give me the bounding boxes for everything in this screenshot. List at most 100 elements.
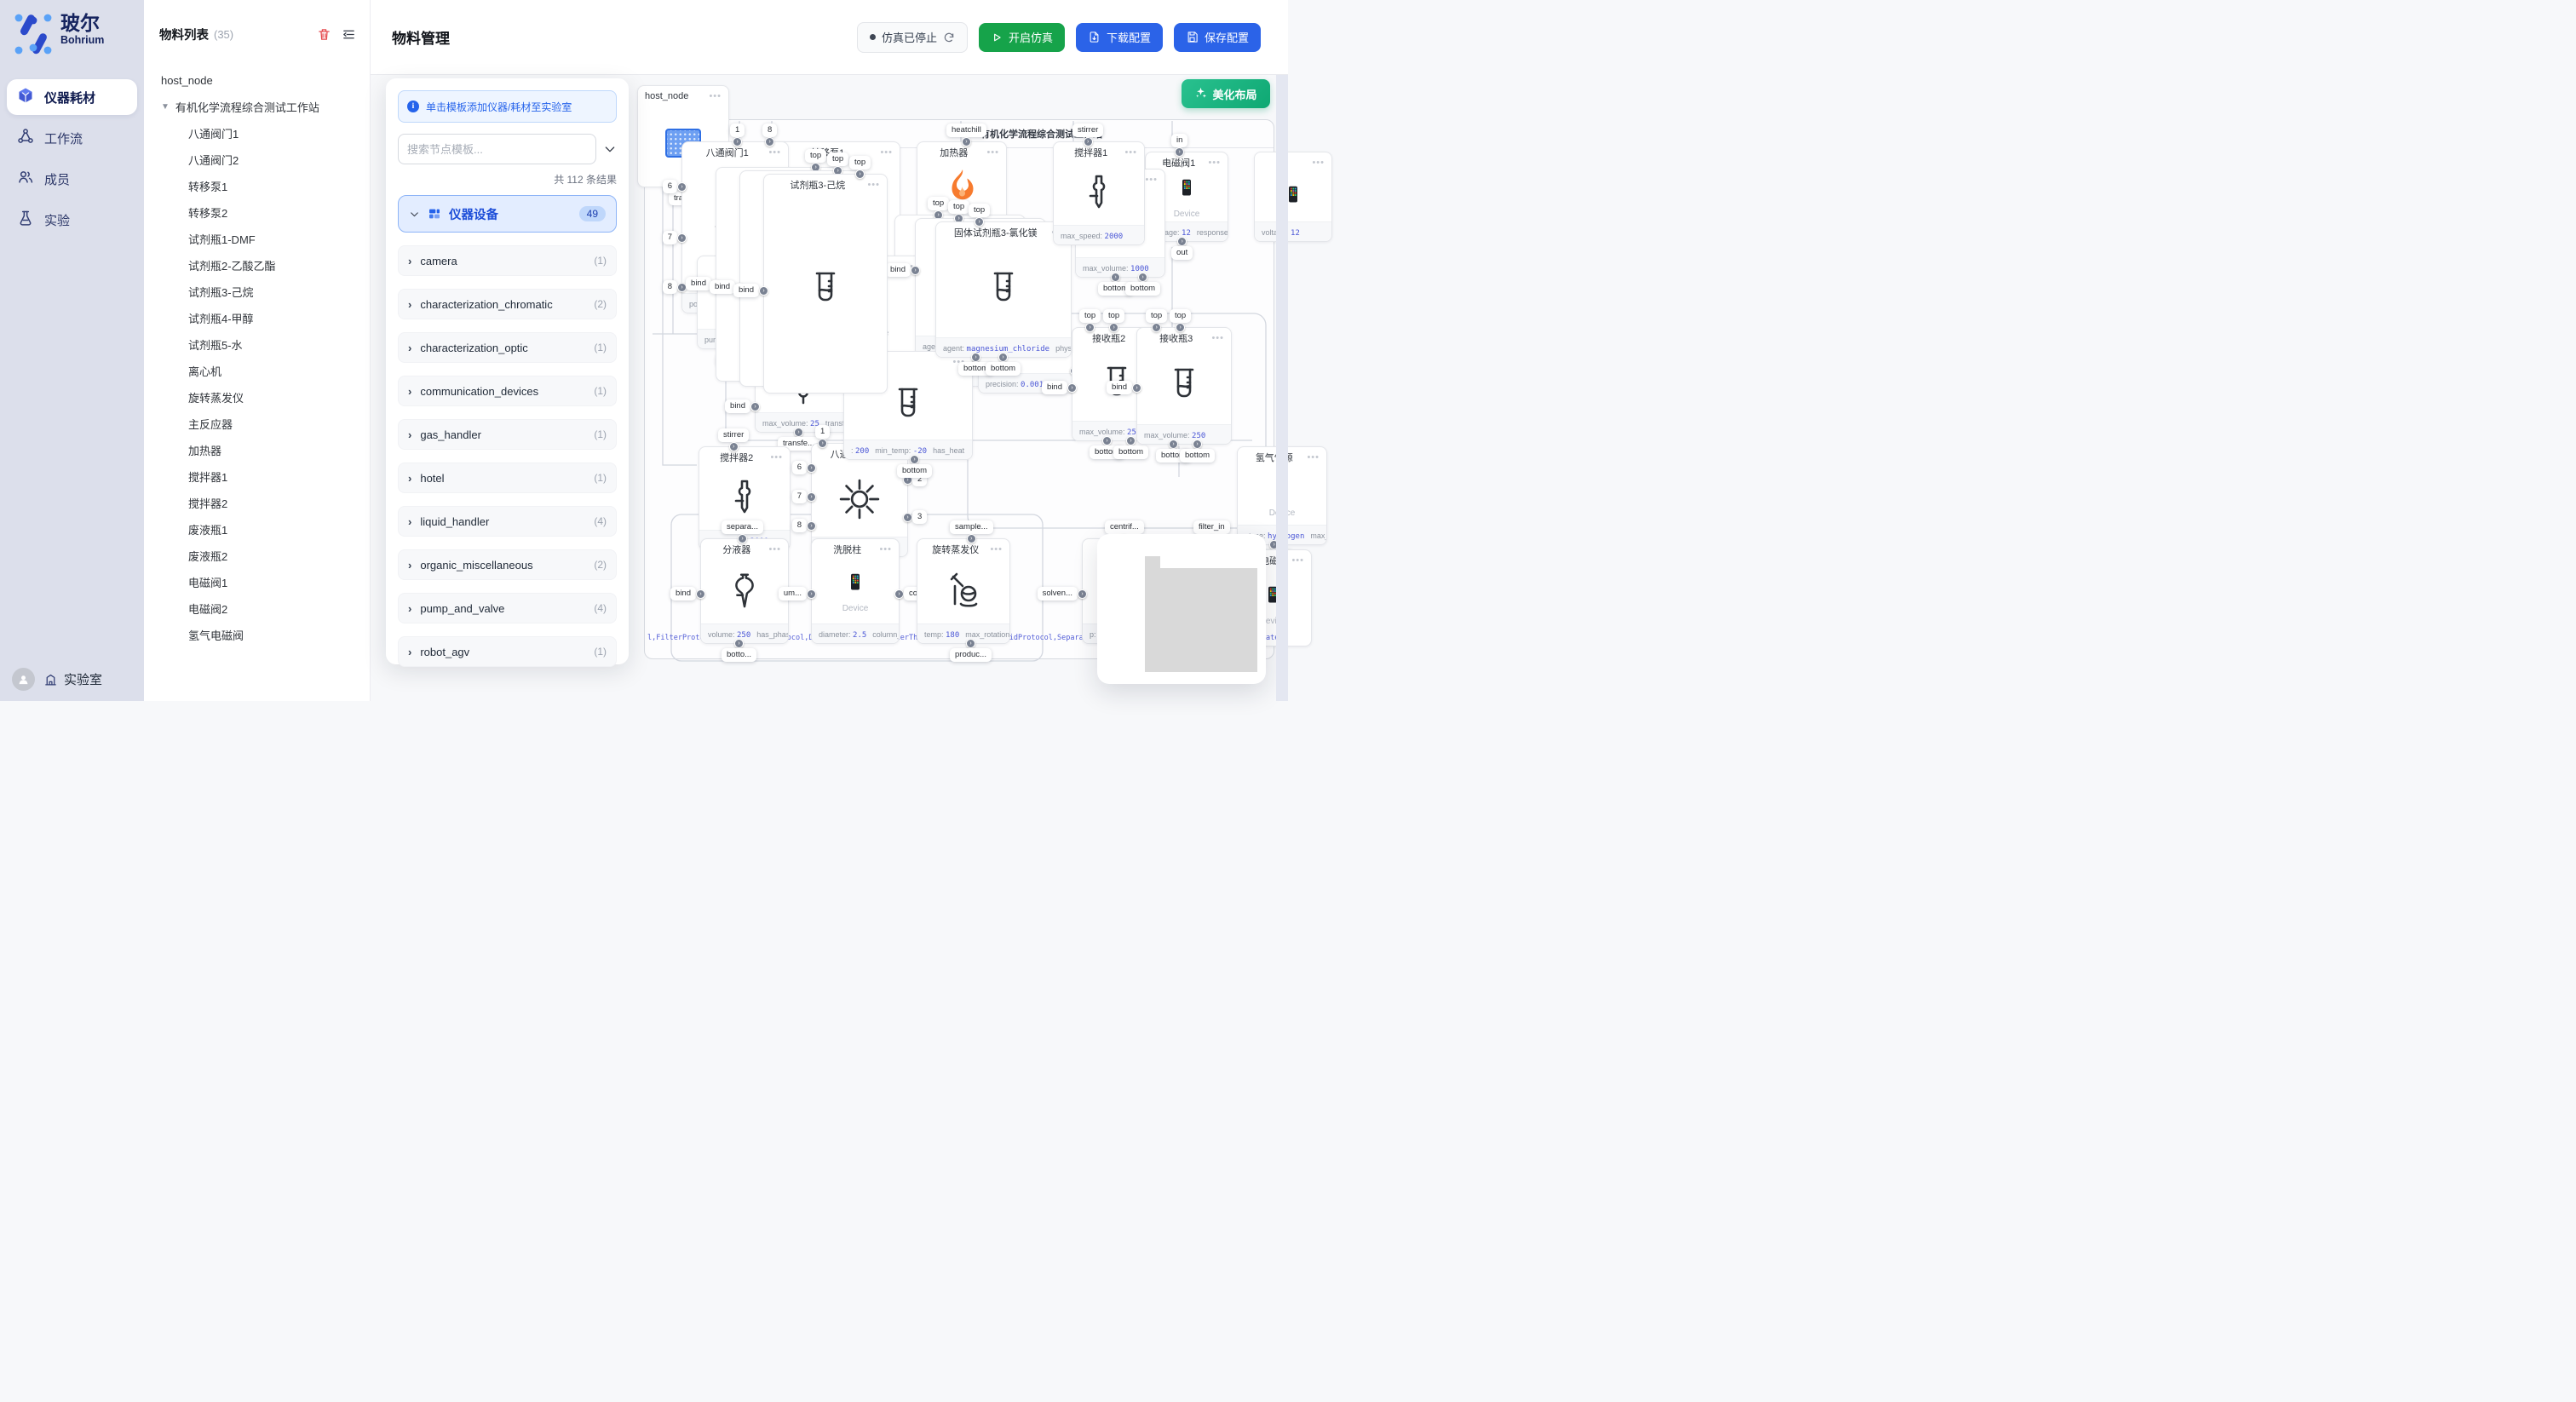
node-port-bind[interactable]: bind› [733, 284, 768, 297]
canvas-node-solid-bottle-3[interactable]: 固体试剂瓶3-氯化镁•••agent: magnesium_chlorideph… [935, 221, 1072, 358]
node-port-top[interactable]: top› [969, 204, 990, 227]
canvas-vertical-scrollbar[interactable] [1276, 74, 1288, 701]
tree-item[interactable]: 试剂瓶5-水 [144, 331, 370, 358]
tree-item[interactable]: 主反应器 [144, 411, 370, 437]
node-menu-icon[interactable]: ••• [1211, 333, 1224, 343]
palette-category-organic_miscellaneous[interactable]: ›organic_miscellaneous(2) [398, 549, 617, 580]
node-menu-icon[interactable]: ••• [1145, 175, 1158, 185]
tree-item[interactable]: 试剂瓶2-乙酸乙酯 [144, 252, 370, 279]
collapse-panel-icon[interactable] [342, 27, 356, 42]
tree-item[interactable]: 电磁阀2 [144, 595, 370, 622]
palette-category-robot_agv[interactable]: ›robot_agv(1) [398, 636, 617, 667]
node-port-6[interactable]: 6› [792, 461, 816, 474]
node-port-produc[interactable]: ›produc... [950, 639, 992, 662]
tree-item[interactable]: 八通阀门2 [144, 147, 370, 173]
node-port-bind[interactable]: bind› [725, 399, 760, 413]
node-port-bottom[interactable]: ›bottom [986, 353, 1021, 376]
node-port-top[interactable]: top› [805, 149, 826, 172]
tree-item[interactable]: 转移泵1 [144, 173, 370, 199]
node-port-separa[interactable]: separa...› [722, 520, 763, 543]
tree-item[interactable]: 真空泵 [144, 648, 370, 655]
node-port-stirrer[interactable]: stirrer› [718, 428, 749, 451]
node-port-sample[interactable]: sample...› [950, 520, 993, 543]
node-menu-icon[interactable]: ••• [880, 147, 893, 158]
node-port-7[interactable]: 7› [792, 490, 816, 503]
node-port-bottom[interactable]: ›bottom [897, 455, 932, 478]
node-menu-icon[interactable]: ••• [709, 91, 722, 101]
node-port-top[interactable]: top› [948, 200, 969, 223]
node-port-8[interactable]: 8› [762, 124, 777, 147]
node-port-solven[interactable]: solven...› [1038, 587, 1087, 600]
node-port-8[interactable]: 8› [792, 519, 816, 532]
node-menu-icon[interactable]: ••• [1312, 158, 1325, 168]
palette-category-liquid_handler[interactable]: ›liquid_handler(4) [398, 506, 617, 537]
delete-icon[interactable] [317, 27, 331, 42]
preview-popup[interactable] [1097, 534, 1266, 684]
node-port-top[interactable]: top› [827, 152, 848, 175]
node-port-7[interactable]: 7› [663, 231, 687, 244]
beautify-layout-button[interactable]: 美化布局 [1182, 79, 1270, 108]
node-menu-icon[interactable]: ••• [768, 544, 781, 554]
palette-category-gas_handler[interactable]: ›gas_handler(1) [398, 419, 617, 450]
tree-item[interactable]: 八通阀门1 [144, 120, 370, 147]
node-port-bind[interactable]: bind› [1042, 381, 1077, 394]
node-menu-icon[interactable]: ••• [990, 544, 1003, 554]
node-port-bind[interactable]: bind› [885, 263, 920, 277]
tree-item[interactable]: 试剂瓶1-DMF [144, 226, 370, 252]
node-port-top[interactable]: top› [1170, 309, 1191, 332]
sidebar-item-workflow[interactable]: 工作流 [7, 120, 137, 156]
node-port-bottom[interactable]: ›bottom [1180, 440, 1215, 463]
sidebar-item-members[interactable]: 成员 [7, 161, 137, 197]
node-menu-icon[interactable]: ••• [1291, 555, 1304, 566]
node-port-heatchill[interactable]: heatchill› [946, 124, 986, 147]
palette-category-hotel[interactable]: ›hotel(1) [398, 463, 617, 493]
node-port-1[interactable]: 1› [730, 124, 745, 147]
node-menu-icon[interactable]: ••• [1208, 158, 1221, 168]
palette-group-instruments[interactable]: 仪器设备 49 [398, 195, 617, 233]
node-port-bind[interactable]: bind› [1107, 381, 1141, 394]
canvas-node-solenoid-valve-2[interactable]: •••voltage: 12 [1254, 152, 1332, 242]
tree-item[interactable]: 搅拌器2 [144, 490, 370, 516]
canvas-node-stirrer-1[interactable]: 搅拌器1•••max_speed: 2000stirrer› [1053, 141, 1145, 245]
tree-item[interactable]: 氢气电磁阀 [144, 622, 370, 648]
node-port-top[interactable]: top› [928, 197, 949, 220]
node-menu-icon[interactable]: ••• [879, 544, 892, 554]
node-port-8[interactable]: 8› [663, 280, 687, 294]
node-menu-icon[interactable]: ••• [986, 147, 999, 158]
node-port-1[interactable]: 1› [815, 425, 830, 448]
node-menu-icon[interactable]: ••• [1307, 452, 1320, 463]
download-config-button[interactable]: 下载配置 [1076, 23, 1163, 52]
save-config-button[interactable]: 保存配置 [1174, 23, 1261, 52]
node-port-in[interactable]: in› [1171, 134, 1187, 157]
canvas-node-reagent-bottle-3[interactable]: 试剂瓶3-己烷•••top›bind› [763, 174, 888, 394]
sidebar-item-experiment[interactable]: 实验 [7, 202, 137, 238]
node-port-top[interactable]: top› [1146, 309, 1167, 332]
tree-item-group[interactable]: ▼有机化学流程综合测试工作站 [144, 94, 370, 120]
node-port-um[interactable]: um...› [779, 587, 816, 600]
node-port-bottom[interactable]: ›bottom [1125, 273, 1160, 296]
palette-category-camera[interactable]: ›camera(1) [398, 245, 617, 276]
tree-item[interactable]: 废液瓶1 [144, 516, 370, 543]
tree-item[interactable]: 废液瓶2 [144, 543, 370, 569]
tree-item[interactable]: 转移泵2 [144, 199, 370, 226]
tree-item[interactable]: 试剂瓶3-己烷 [144, 279, 370, 305]
palette-category-characterization_optic[interactable]: ›characterization_optic(1) [398, 332, 617, 363]
tree-item[interactable]: 电磁阀1 [144, 569, 370, 595]
palette-category-communication_devices[interactable]: ›communication_devices(1) [398, 376, 617, 406]
canvas-node-receive-bottle-3[interactable]: 接收瓶3•••max_volume: 250top›top›bind››bott… [1136, 327, 1232, 445]
node-port-top[interactable]: top› [849, 156, 871, 179]
node-menu-icon[interactable]: ••• [867, 180, 880, 190]
node-port-top[interactable]: top› [1103, 309, 1124, 332]
canvas-node-rotavap[interactable]: 旋转蒸发仪•••temp: 180max_rotation_spesample.… [917, 538, 1010, 644]
node-menu-icon[interactable]: ••• [770, 452, 783, 463]
tree-item[interactable]: 加热器 [144, 437, 370, 463]
tree-item[interactable]: 搅拌器1 [144, 463, 370, 490]
node-menu-icon[interactable]: ••• [1124, 147, 1137, 158]
node-port-3[interactable]: ›3 [903, 510, 927, 524]
chevron-down-icon[interactable] [603, 142, 617, 156]
canvas-node-separator[interactable]: 分液器•••volume: 250has_phases: truesepara.… [700, 538, 789, 644]
lab-entry[interactable]: 实验室 [43, 670, 102, 688]
node-port-bind[interactable]: bind› [670, 587, 705, 600]
node-port-top[interactable]: top› [1079, 309, 1101, 332]
node-menu-icon[interactable]: ••• [768, 147, 781, 158]
